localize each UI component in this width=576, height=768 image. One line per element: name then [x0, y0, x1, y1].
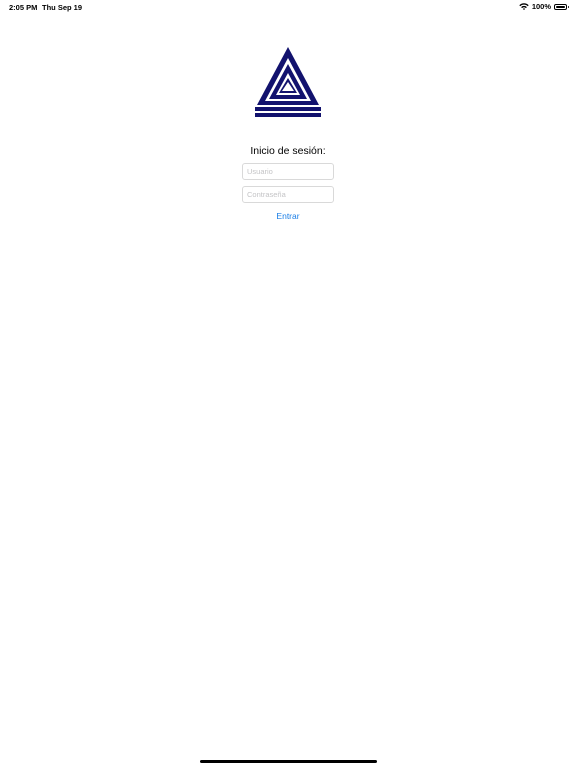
- battery-percent: 100%: [531, 2, 551, 11]
- username-field[interactable]: [242, 163, 334, 180]
- password-field[interactable]: [242, 186, 334, 203]
- home-indicator[interactable]: [200, 760, 377, 763]
- battery-level: [556, 5, 565, 8]
- status-bar: 2:05 PM Thu Sep 19 100%: [0, 0, 576, 14]
- status-date: Thu Sep 19: [42, 3, 83, 12]
- login-screen: 2:05 PM Thu Sep 19 100% Inicio de sesión…: [0, 0, 576, 768]
- status-indicators: 100%: [519, 2, 569, 11]
- status-time: 2:05 PM: [9, 3, 38, 12]
- login-title: Inicio de sesión:: [250, 145, 326, 157]
- battery-icon: [554, 3, 569, 10]
- login-button[interactable]: Entrar: [258, 209, 318, 223]
- triangle-logo-icon: [255, 47, 321, 120]
- wifi-icon: [519, 3, 529, 10]
